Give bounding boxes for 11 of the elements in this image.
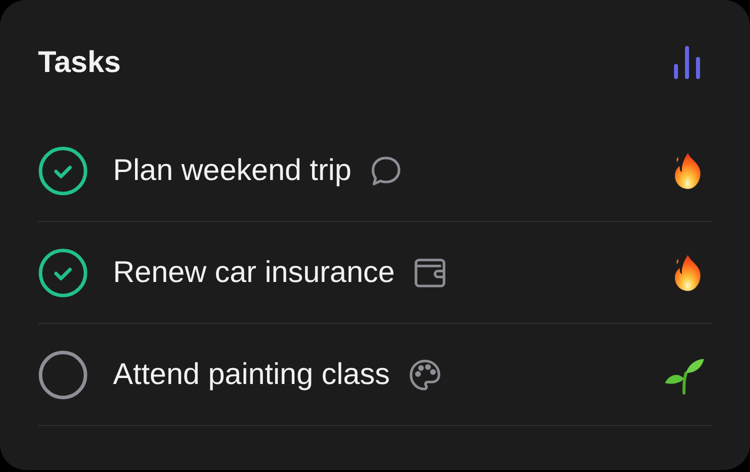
empty-circle[interactable] xyxy=(38,350,88,400)
task-label: Attend painting class xyxy=(113,357,390,393)
speech-bubble-icon xyxy=(369,154,404,188)
card-title: Tasks xyxy=(38,44,121,80)
wallet-icon xyxy=(412,256,447,290)
bar-chart-icon[interactable] xyxy=(672,44,702,80)
palette-icon xyxy=(408,358,442,392)
checked-circle[interactable] xyxy=(38,146,88,196)
task-label: Plan weekend trip xyxy=(113,153,352,189)
task-label: Renew car insurance xyxy=(113,255,395,291)
checked-circle[interactable] xyxy=(38,248,88,298)
